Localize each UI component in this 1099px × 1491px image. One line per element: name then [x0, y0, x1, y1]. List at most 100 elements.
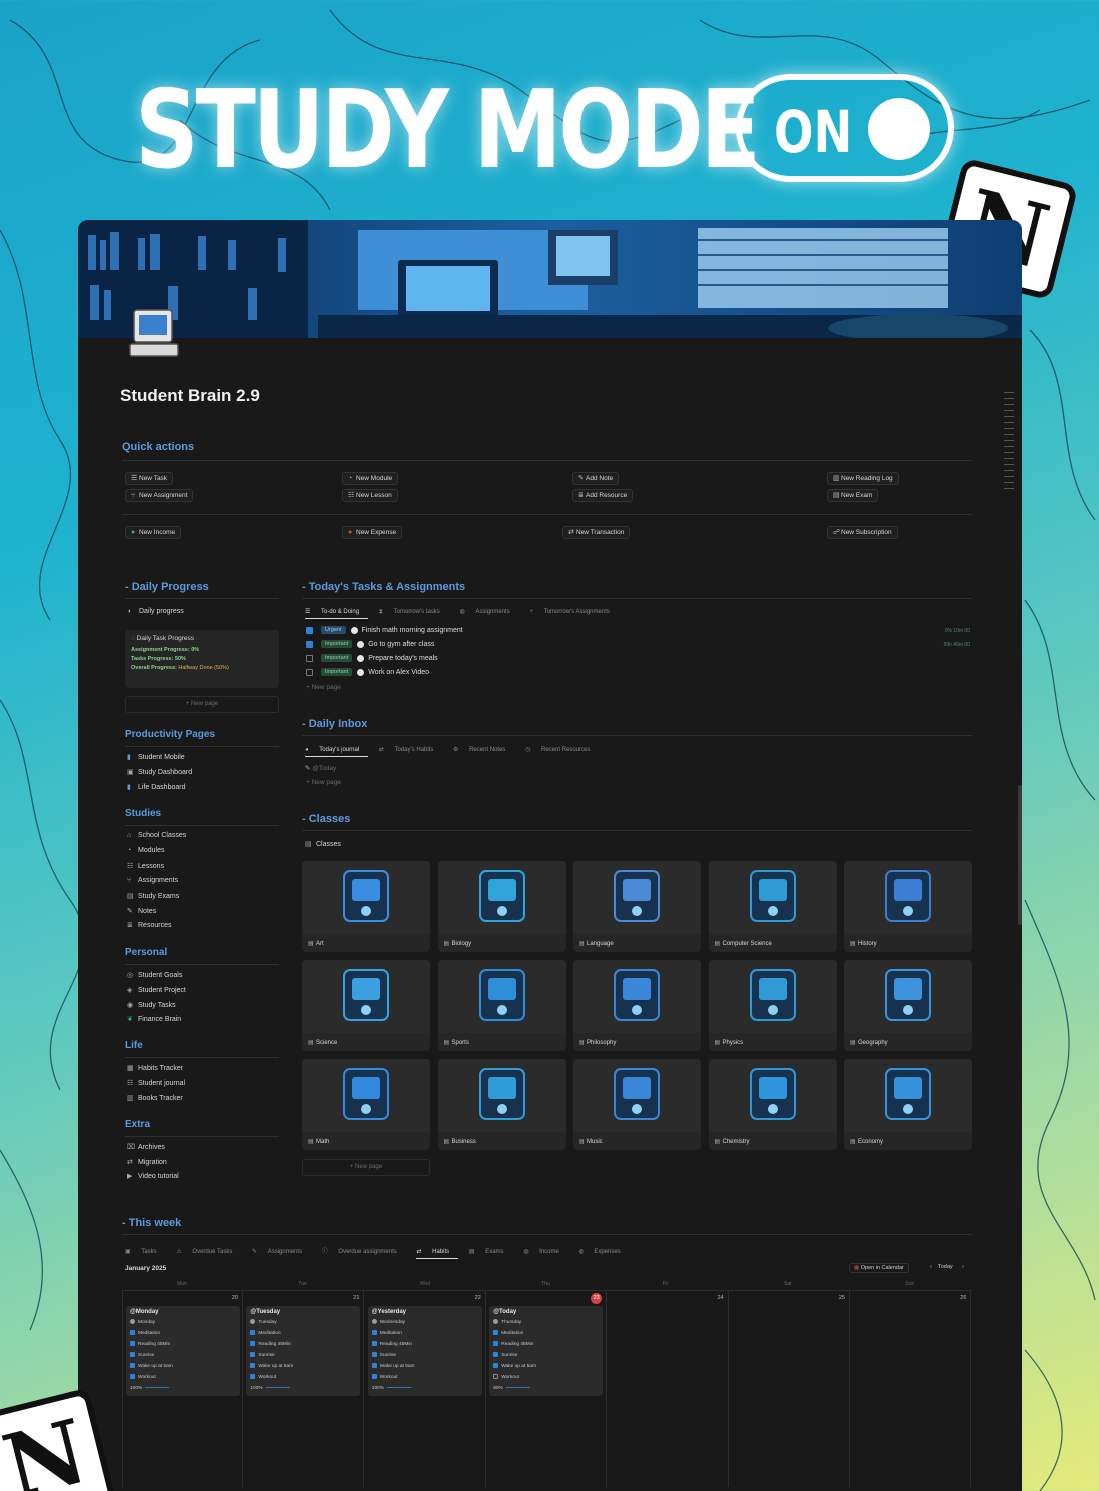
tab-overdue-assignments[interactable]: ⓘ Overdue assignments — [322, 1249, 406, 1255]
sidebar-item-modules[interactable]: ◔ Modules — [127, 847, 164, 854]
sidebar-item-study-dashboard[interactable]: ▣ Study Dashboard — [127, 768, 192, 776]
sidebar-item-student-mobile[interactable]: ▮ Student Mobile — [127, 753, 185, 761]
daily-progress-view[interactable]: ◐ Daily progress — [128, 608, 184, 615]
habit-item[interactable]: Workout — [130, 1372, 236, 1383]
scrollbar[interactable] — [1018, 785, 1022, 925]
sidebar-item-student-project[interactable]: ◈ Student Project — [127, 986, 186, 994]
class-card-art[interactable]: ▤ Art — [302, 861, 430, 952]
add-resource-button[interactable]: ≣ Add Resource — [572, 489, 634, 502]
class-card-language[interactable]: ▤ Language — [573, 861, 701, 952]
habit-checkbox[interactable] — [371, 1330, 377, 1336]
habit-item[interactable]: Sunrise — [371, 1350, 478, 1361]
class-card-computer-science[interactable]: ▤ Computer Science — [708, 861, 837, 952]
sidebar-item-lessons[interactable]: ☷ Lessons — [127, 862, 164, 870]
task-checkbox[interactable] — [306, 654, 313, 662]
habit-item[interactable]: Wake up at 5am — [250, 1361, 356, 1372]
new-task-button[interactable]: ☰ New Task — [125, 472, 174, 485]
new-expense-button[interactable]: ● New Expense — [342, 526, 403, 539]
habit-checkbox[interactable] — [493, 1352, 499, 1358]
habit-item[interactable]: Wake up at 5am — [493, 1361, 599, 1372]
tab-todo-doing[interactable]: ☰ To-do & Doing — [305, 609, 369, 619]
today-button[interactable]: Today — [934, 1263, 957, 1271]
calendar-day-cell[interactable]: 22 @Yesterday Wednesday Meditation Reading 4… — [365, 1291, 486, 1487]
tab-recent-notes[interactable]: ⚙ Recent Notes — [453, 747, 514, 753]
habit-checkbox[interactable] — [493, 1341, 499, 1347]
habit-checkbox[interactable] — [130, 1341, 135, 1347]
habit-checkbox[interactable] — [130, 1363, 135, 1369]
sidebar-item-school-classes[interactable]: ⌂ School Classes — [127, 832, 186, 839]
new-assignment-button[interactable]: ⑂ New Assignment — [125, 489, 194, 502]
sidebar-item-student-goals[interactable]: ◎ Student Goals — [127, 971, 182, 979]
habit-day-card[interactable]: @Yesterday Wednesday Meditation Reading 45M… — [367, 1306, 482, 1396]
habit-item[interactable]: Wake up at 5am — [130, 1361, 236, 1372]
habit-checkbox[interactable] — [371, 1374, 377, 1380]
habit-checkbox[interactable] — [493, 1330, 499, 1336]
tab-habits[interactable]: ⇄ Habits — [416, 1249, 459, 1259]
habit-item[interactable]: Sunrise — [130, 1350, 236, 1361]
habit-checkbox[interactable] — [371, 1363, 377, 1369]
habit-item[interactable]: Meditation — [493, 1328, 599, 1339]
habit-item[interactable]: Meditation — [250, 1328, 356, 1339]
habit-day-card[interactable]: @Today Thursday Meditation Reading 45Min Sun… — [489, 1306, 604, 1396]
habit-checkbox[interactable] — [130, 1352, 135, 1358]
classes-view[interactable]: ▤ Classes — [305, 840, 341, 848]
task-checkbox[interactable] — [306, 640, 313, 648]
habit-item[interactable]: Meditation — [130, 1328, 236, 1339]
calendar-next-button[interactable]: › — [958, 1263, 968, 1271]
tab-expenses[interactable]: ◍ Expenses — [578, 1249, 629, 1255]
new-lesson-button[interactable]: ☷ New Lesson — [342, 489, 398, 502]
sidebar-item-notes[interactable]: ✎ Notes — [127, 907, 156, 915]
habit-checkbox[interactable] — [250, 1330, 256, 1336]
new-transaction-button[interactable]: ⇄ New Transaction — [562, 526, 631, 539]
class-card-business[interactable]: ▤ Business — [437, 1059, 566, 1150]
new-module-button[interactable]: ◔ New Module — [342, 472, 399, 485]
class-card-chemistry[interactable]: ▤ Chemistry — [708, 1059, 837, 1150]
sidebar-item-archives[interactable]: ⌧ Archives — [127, 1143, 165, 1151]
habit-day-card[interactable]: @Monday Monday Meditation Reading 45Min Sunr… — [126, 1306, 240, 1396]
class-card-biology[interactable]: ▤ Biology — [437, 861, 566, 952]
tab-todays-journal[interactable]: ◕ Today's journal — [305, 747, 369, 757]
daily-task-progress-card[interactable]: ◌ Daily Task Progress Assignment Progres… — [125, 630, 279, 688]
habit-item[interactable]: Meditation — [371, 1328, 478, 1339]
scroll-outline[interactable] — [1004, 392, 1014, 494]
habit-item[interactable]: Reading 45Min — [130, 1339, 236, 1350]
sidebar-item-study-exams[interactable]: ▤ Study Exams — [127, 892, 179, 900]
habit-day-card[interactable]: @Tuesday Tuesday Meditation Reading 45Min Su… — [246, 1306, 361, 1396]
add-note-button[interactable]: ✎ Add Note — [572, 472, 620, 485]
task-row[interactable]: Urgent Finish math morning assignment — [306, 626, 463, 638]
habit-checkbox[interactable] — [130, 1374, 135, 1380]
class-card-sports[interactable]: ▤ Sports — [437, 960, 566, 1051]
habit-item[interactable]: Wake up at 5am — [371, 1361, 478, 1372]
journal-entry[interactable]: ✎ @Today — [305, 764, 336, 772]
calendar-day-cell[interactable]: 25 — [729, 1291, 850, 1487]
sidebar-item-books-tracker[interactable]: ▥ Books Tracker — [127, 1094, 183, 1102]
habit-checkbox[interactable] — [250, 1352, 256, 1358]
habit-item[interactable]: Reading 45Min — [493, 1339, 599, 1350]
sidebar-item-finance-brain[interactable]: ❦ Finance Brain — [127, 1015, 181, 1023]
tab-recent-resources[interactable]: ◷ Recent Resources — [525, 747, 599, 753]
tab-tomorrow-assignments[interactable]: ⑂ Tomorrow's Assignments — [529, 609, 618, 615]
task-checkbox[interactable] — [306, 668, 313, 676]
habit-item[interactable]: Sunrise — [493, 1350, 599, 1361]
habit-item[interactable]: Workout — [250, 1372, 356, 1383]
new-income-button[interactable]: ● New Income — [125, 526, 182, 539]
habit-checkbox[interactable] — [371, 1352, 377, 1358]
class-card-music[interactable]: ▤ Music — [573, 1059, 701, 1150]
habit-item[interactable]: Reading 45Min — [250, 1339, 356, 1350]
sidebar-item-student-journal[interactable]: ☷ Student journal — [127, 1079, 185, 1087]
sidebar-item-study-tasks[interactable]: ◉ Study Tasks — [127, 1001, 176, 1009]
sidebar-item-life-dashboard[interactable]: ▮ Life Dashboard — [127, 783, 185, 791]
habit-checkbox[interactable] — [250, 1363, 256, 1369]
calendar-day-cell[interactable]: 21 @Tuesday Tuesday Meditation Reading 45Min… — [243, 1291, 365, 1487]
class-card-economy[interactable]: ▤ Economy — [844, 1059, 972, 1150]
tab-income[interactable]: ◍ Income — [523, 1249, 568, 1255]
habit-item[interactable]: Sunrise — [250, 1350, 356, 1361]
sidebar-item-resources[interactable]: ≣ Resources — [127, 921, 171, 929]
class-card-philosophy[interactable]: ▤ Philosophy — [573, 960, 701, 1051]
class-card-geography[interactable]: ▤ Geography — [844, 960, 972, 1051]
habit-item[interactable]: Workout — [371, 1372, 478, 1383]
new-reading-log-button[interactable]: ▥New Reading Log — [827, 472, 899, 485]
tab-todays-habits[interactable]: ⇄ Today's Habits — [379, 747, 443, 753]
class-card-math[interactable]: ▤ Math — [302, 1059, 430, 1150]
new-subscription-button[interactable]: ☍New Subscription — [827, 526, 898, 539]
